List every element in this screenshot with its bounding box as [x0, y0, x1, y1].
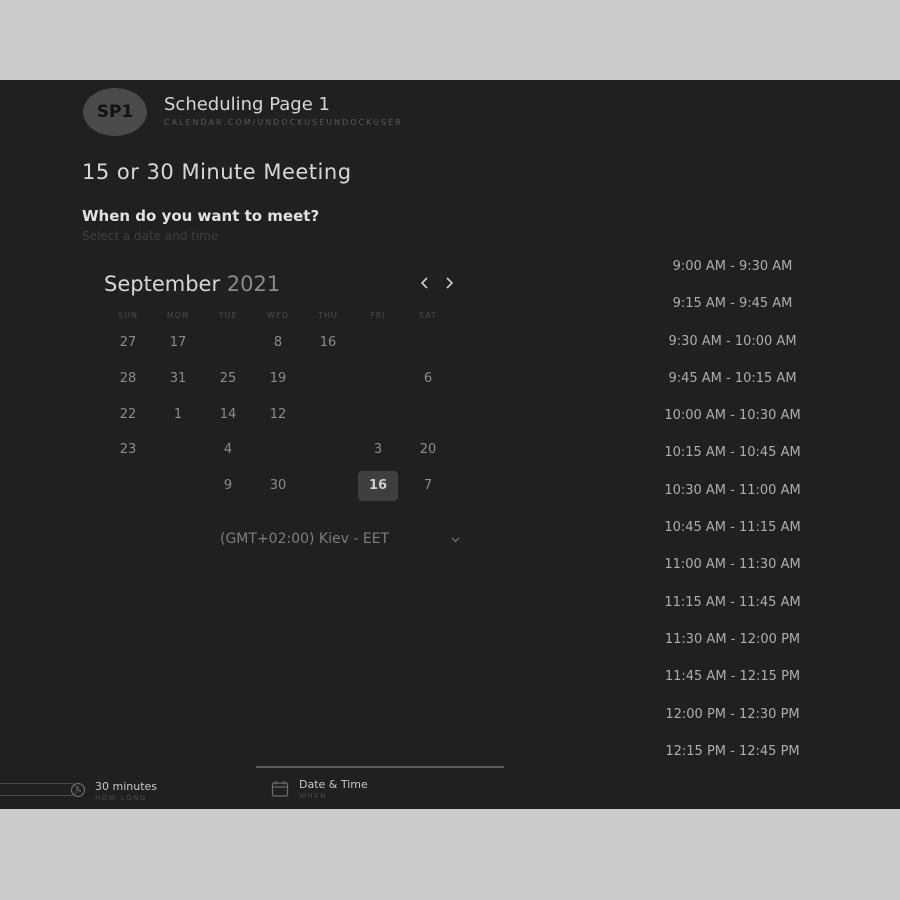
prev-month-button[interactable]	[418, 274, 432, 294]
time-slot[interactable]: 10:45 AM - 11:15 AM	[640, 518, 825, 555]
time-slot-list: 9:00 AM - 9:30 AM 9:15 AM - 9:45 AM 9:30 A…	[640, 257, 825, 779]
calendar-day[interactable]: 17	[153, 325, 203, 361]
calendar-day-empty	[153, 468, 203, 504]
time-slot[interactable]: 11:45 AM - 12:15 PM	[640, 667, 825, 704]
calendar-day[interactable]: 3	[353, 432, 403, 468]
time-slot[interactable]: 9:00 AM - 9:30 AM	[640, 257, 825, 294]
calendar-day[interactable]: 28	[103, 361, 153, 397]
weekday-label: SUN	[118, 311, 138, 320]
calendar-day[interactable]: 9	[203, 468, 253, 504]
page-url: CALENDAR.COM/UNDOCKUSEUNDOCKUSER	[164, 118, 403, 127]
weekday-label: MON	[166, 311, 190, 320]
calendar-day[interactable]: 6	[403, 361, 453, 397]
calendar-day-empty	[303, 396, 353, 432]
weekday-label: TUE	[218, 311, 238, 320]
calendar-day[interactable]: 23	[103, 432, 153, 468]
calendar-day-empty	[353, 325, 403, 361]
duration-step-label[interactable]: 30 minutes	[95, 780, 157, 793]
calendar-day[interactable]: 31	[153, 361, 203, 397]
calendar-icon	[271, 781, 289, 797]
time-slot[interactable]: 11:30 AM - 12:00 PM	[640, 630, 825, 667]
calendar-day[interactable]: 14	[203, 396, 253, 432]
calendar-day-empty	[253, 432, 303, 468]
time-slot[interactable]: 11:15 AM - 11:45 AM	[640, 593, 825, 630]
datetime-step-sublabel: WHEN	[299, 792, 327, 800]
calendar-day[interactable]: 12	[253, 396, 303, 432]
calendar-day-empty	[403, 325, 453, 361]
calendar-grid: SUN MON TUE WED THU FRI SAT 27 17 8 16 28 31 25 19 6 22 1…	[103, 307, 453, 503]
duration-step-sublabel: HOW LONG	[95, 794, 147, 802]
calendar-day[interactable]: 30	[253, 468, 303, 504]
calendar-day[interactable]: 4	[203, 432, 253, 468]
chevron-left-icon	[420, 277, 428, 289]
calendar-day-empty	[153, 432, 203, 468]
time-slot[interactable]: 12:00 PM - 12:30 PM	[640, 705, 825, 742]
page-title: Scheduling Page 1	[164, 94, 330, 115]
calendar-day[interactable]: 22	[103, 396, 153, 432]
meeting-question: When do you want to meet?	[82, 207, 320, 225]
scheduling-panel: SP1 Scheduling Page 1 CALENDAR.COM/UNDOC…	[0, 80, 900, 809]
calendar-day[interactable]: 20	[403, 432, 453, 468]
calendar-day-empty	[303, 468, 353, 504]
duration-progress-bar	[0, 783, 77, 796]
clock-icon	[70, 782, 86, 798]
calendar-day-empty	[403, 396, 453, 432]
chevron-down-icon[interactable]	[451, 535, 460, 544]
weekday-label: SAT	[419, 311, 437, 320]
time-slot[interactable]: 11:00 AM - 11:30 AM	[640, 555, 825, 592]
calendar-day-empty	[353, 361, 403, 397]
calendar-month-year: September 2021	[104, 272, 280, 296]
time-slot[interactable]: 10:30 AM - 11:00 AM	[640, 481, 825, 518]
time-slot[interactable]: 9:30 AM - 10:00 AM	[640, 332, 825, 369]
meeting-hint: Select a date and time	[82, 229, 219, 243]
calendar-day[interactable]: 7	[403, 468, 453, 504]
calendar-day-label: 16	[358, 470, 398, 501]
time-slot[interactable]: 10:15 AM - 10:45 AM	[640, 443, 825, 480]
calendar-day-selected[interactable]: 16	[353, 468, 403, 504]
weekday-label: WED	[266, 311, 290, 320]
next-month-button[interactable]	[442, 274, 456, 294]
calendar-day[interactable]: 19	[253, 361, 303, 397]
chevron-right-icon	[446, 277, 454, 289]
time-slot[interactable]: 10:00 AM - 10:30 AM	[640, 406, 825, 443]
calendar-day[interactable]: 1	[153, 396, 203, 432]
calendar-day[interactable]: 27	[103, 325, 153, 361]
calendar-day[interactable]: 16	[303, 325, 353, 361]
calendar-day-empty	[303, 361, 353, 397]
time-slot[interactable]: 9:45 AM - 10:15 AM	[640, 369, 825, 406]
calendar-day[interactable]: 25	[203, 361, 253, 397]
avatar: SP1	[83, 88, 147, 136]
datetime-step-label[interactable]: Date & Time	[299, 778, 368, 791]
meeting-title: 15 or 30 Minute Meeting	[82, 160, 352, 184]
time-slot[interactable]: 12:15 PM - 12:45 PM	[640, 742, 825, 779]
calendar-day-empty	[303, 432, 353, 468]
calendar-month: September	[104, 272, 221, 296]
calendar-year: 2021	[226, 272, 281, 296]
active-step-indicator	[256, 766, 504, 768]
time-slot[interactable]: 9:15 AM - 9:45 AM	[640, 294, 825, 331]
calendar-day-empty	[353, 396, 403, 432]
timezone-select[interactable]: (GMT+02:00) Kiev - EET	[220, 531, 389, 547]
weekday-label: FRI	[370, 311, 386, 320]
weekday-label: THU	[318, 311, 338, 320]
calendar-day-empty	[103, 468, 153, 504]
avatar-initials: SP1	[96, 102, 134, 122]
calendar-day-empty	[203, 325, 253, 361]
calendar-day[interactable]: 8	[253, 325, 303, 361]
